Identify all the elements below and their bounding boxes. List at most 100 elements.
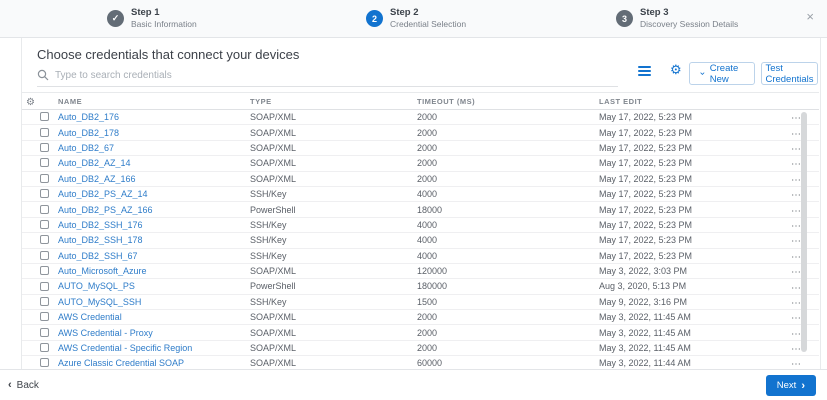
credential-timeout: 18000 bbox=[417, 205, 599, 215]
credential-timeout: 1500 bbox=[417, 297, 599, 307]
credential-type: SOAP/XML bbox=[250, 343, 417, 353]
row-checkbox[interactable] bbox=[40, 328, 49, 337]
search-input[interactable] bbox=[55, 70, 618, 81]
row-checkbox[interactable] bbox=[40, 112, 49, 121]
gear-icon[interactable]: ⚙ bbox=[670, 62, 682, 78]
credential-timeout: 4000 bbox=[417, 251, 599, 261]
credential-name-link[interactable]: AUTO_MySQL_PS bbox=[58, 281, 135, 291]
next-button[interactable]: Next › bbox=[766, 375, 816, 396]
credential-last-edit: May 17, 2022, 5:23 PM bbox=[599, 251, 774, 261]
wizard-footer: ‹ Back Next › bbox=[0, 369, 827, 400]
credential-timeout: 4000 bbox=[417, 235, 599, 245]
credential-name-link[interactable]: Auto_DB2_AZ_166 bbox=[58, 174, 136, 184]
credential-last-edit: May 17, 2022, 5:23 PM bbox=[599, 205, 774, 215]
credential-last-edit: May 17, 2022, 5:23 PM bbox=[599, 143, 774, 153]
table-row: AWS Credential SOAP/XML 2000 May 3, 2022… bbox=[22, 310, 819, 325]
chevron-right-icon: › bbox=[801, 380, 805, 392]
credential-name-link[interactable]: AWS Credential - Specific Region bbox=[58, 343, 192, 353]
credential-timeout: 2000 bbox=[417, 174, 599, 184]
row-checkbox[interactable] bbox=[40, 297, 49, 306]
search-icon bbox=[37, 69, 49, 81]
credential-last-edit: May 17, 2022, 5:23 PM bbox=[599, 174, 774, 184]
column-header-type[interactable]: TYPE bbox=[250, 97, 417, 106]
credential-last-edit: May 17, 2022, 5:23 PM bbox=[599, 189, 774, 199]
credential-timeout: 120000 bbox=[417, 266, 599, 276]
back-button[interactable]: ‹ Back bbox=[8, 379, 39, 391]
credential-type: SSH/Key bbox=[250, 220, 417, 230]
list-filter-icon[interactable] bbox=[638, 66, 651, 78]
row-checkbox[interactable] bbox=[40, 312, 49, 321]
credential-timeout: 2000 bbox=[417, 143, 599, 153]
table-row: Auto_DB2_SSH_176 SSH/Key 4000 May 17, 20… bbox=[22, 218, 819, 233]
row-checkbox[interactable] bbox=[40, 174, 49, 183]
table-scrollbar[interactable] bbox=[801, 112, 807, 352]
credential-type: SOAP/XML bbox=[250, 128, 417, 138]
row-checkbox[interactable] bbox=[40, 158, 49, 167]
table-row: Auto_DB2_PS_AZ_166 PowerShell 18000 May … bbox=[22, 202, 819, 217]
credential-timeout: 4000 bbox=[417, 220, 599, 230]
stepper-step-basic-information[interactable]: ✓ Step 1 Basic Information bbox=[107, 7, 197, 30]
create-new-button[interactable]: Create New bbox=[689, 62, 755, 85]
credential-name-link[interactable]: Auto_DB2_PS_AZ_14 bbox=[58, 189, 148, 199]
step-subtitle: Discovery Session Details bbox=[640, 19, 738, 30]
row-checkbox[interactable] bbox=[40, 282, 49, 291]
credential-name-link[interactable]: AWS Credential bbox=[58, 312, 122, 322]
column-header-timeout[interactable]: TIMEOUT (MS) bbox=[417, 97, 599, 106]
step-subtitle: Basic Information bbox=[131, 19, 197, 30]
credential-last-edit: May 17, 2022, 5:23 PM bbox=[599, 220, 774, 230]
row-checkbox[interactable] bbox=[40, 189, 49, 198]
credential-timeout: 4000 bbox=[417, 189, 599, 199]
table-row: AUTO_MySQL_SSH SSH/Key 1500 May 9, 2022,… bbox=[22, 295, 819, 310]
credential-name-link[interactable]: Auto_DB2_SSH_178 bbox=[58, 235, 143, 245]
step-number-badge: 3 bbox=[616, 10, 633, 27]
credential-timeout: 2000 bbox=[417, 112, 599, 122]
stepper-step-discovery-session-details[interactable]: 3 Step 3 Discovery Session Details bbox=[616, 7, 738, 30]
test-credentials-button[interactable]: Test Credentials bbox=[761, 62, 818, 85]
credential-type: SOAP/XML bbox=[250, 143, 417, 153]
credential-name-link[interactable]: Auto_DB2_SSH_176 bbox=[58, 220, 143, 230]
table-row: Auto_DB2_SSH_178 SSH/Key 4000 May 17, 20… bbox=[22, 233, 819, 248]
close-icon[interactable]: × bbox=[806, 10, 814, 23]
credential-last-edit: Aug 3, 2020, 5:13 PM bbox=[599, 281, 774, 291]
credential-name-link[interactable]: Azure Classic Credential SOAP bbox=[58, 358, 184, 368]
credential-name-link[interactable]: Auto_DB2_SSH_67 bbox=[58, 251, 138, 261]
row-checkbox[interactable] bbox=[40, 128, 49, 137]
row-checkbox[interactable] bbox=[40, 266, 49, 275]
credential-timeout: 2000 bbox=[417, 328, 599, 338]
credential-name-link[interactable]: Auto_DB2_AZ_14 bbox=[58, 158, 131, 168]
row-checkbox[interactable] bbox=[40, 205, 49, 214]
credential-name-link[interactable]: Auto_DB2_67 bbox=[58, 143, 114, 153]
credential-name-link[interactable]: AUTO_MySQL_SSH bbox=[58, 297, 141, 307]
credential-name-link[interactable]: Auto_DB2_PS_AZ_166 bbox=[58, 205, 153, 215]
credential-name-link[interactable]: Auto_DB2_176 bbox=[58, 112, 119, 122]
table-header-row: ⚙ NAME TYPE TIMEOUT (MS) LAST EDIT bbox=[22, 92, 819, 110]
credential-timeout: 2000 bbox=[417, 312, 599, 322]
table-settings-gear-icon[interactable]: ⚙ bbox=[26, 97, 35, 108]
row-checkbox[interactable] bbox=[40, 235, 49, 244]
credential-timeout: 2000 bbox=[417, 343, 599, 353]
step-subtitle: Credential Selection bbox=[390, 19, 466, 30]
credential-name-link[interactable]: Auto_DB2_178 bbox=[58, 128, 119, 138]
table-row: Auto_DB2_AZ_166 SOAP/XML 2000 May 17, 20… bbox=[22, 172, 819, 187]
column-header-name[interactable]: NAME bbox=[58, 97, 250, 106]
credential-type: SSH/Key bbox=[250, 189, 417, 199]
stepper-step-credential-selection[interactable]: 2 Step 2 Credential Selection bbox=[366, 7, 466, 30]
row-checkbox[interactable] bbox=[40, 143, 49, 152]
credential-last-edit: May 3, 2022, 3:03 PM bbox=[599, 266, 774, 276]
row-checkbox[interactable] bbox=[40, 343, 49, 352]
credential-name-link[interactable]: Auto_Microsoft_Azure bbox=[58, 266, 147, 276]
row-checkbox[interactable] bbox=[40, 220, 49, 229]
table-row: Auto_DB2_AZ_14 SOAP/XML 2000 May 17, 202… bbox=[22, 156, 819, 171]
credential-timeout: 180000 bbox=[417, 281, 599, 291]
row-checkbox[interactable] bbox=[40, 251, 49, 260]
check-icon: ✓ bbox=[107, 10, 124, 27]
row-checkbox[interactable] bbox=[40, 358, 49, 367]
credential-name-link[interactable]: AWS Credential - Proxy bbox=[58, 328, 153, 338]
credential-search bbox=[37, 64, 618, 87]
table-row: Azure Classic Credential SOAP SOAP/XML 6… bbox=[22, 356, 819, 369]
table-row: Auto_Microsoft_Azure SOAP/XML 120000 May… bbox=[22, 264, 819, 279]
row-actions-menu-icon[interactable]: ⋯ bbox=[791, 359, 802, 369]
credential-type: SOAP/XML bbox=[250, 328, 417, 338]
create-new-label: Create New bbox=[710, 63, 744, 85]
column-header-last-edit[interactable]: LAST EDIT bbox=[599, 97, 774, 106]
